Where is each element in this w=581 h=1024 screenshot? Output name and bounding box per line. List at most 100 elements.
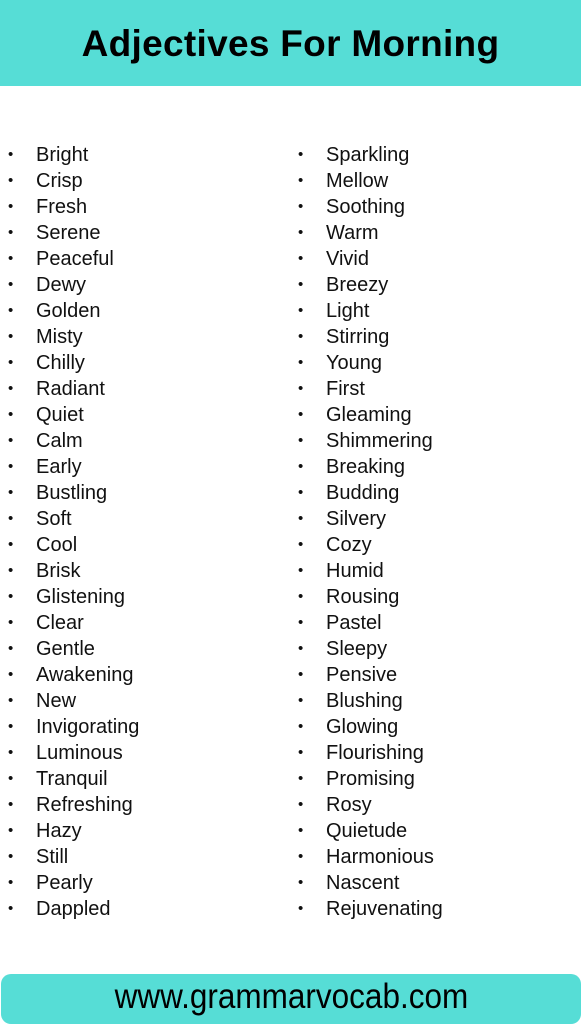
- list-item: • Mellow: [298, 168, 443, 194]
- list-item: • Serene: [8, 220, 139, 246]
- adjective-text: Soft: [36, 508, 72, 530]
- adjective-text: Light: [326, 300, 370, 322]
- list-item: • Crisp: [8, 168, 139, 194]
- adjective-text: Soothing: [326, 196, 405, 218]
- bullet-icon: •: [8, 198, 14, 215]
- adjective-text: Nascent: [326, 872, 400, 894]
- bullet-icon: •: [8, 432, 14, 449]
- bullet-icon: •: [298, 822, 304, 839]
- list-item: • Rejuvenating: [298, 896, 443, 922]
- bullet-icon: •: [8, 822, 14, 839]
- list-item: • New: [8, 688, 139, 714]
- list-item: • Peaceful: [8, 246, 139, 272]
- title-banner: Adjectives For Morning: [0, 0, 581, 86]
- bullet-icon: •: [8, 692, 14, 709]
- list-item: • Silvery: [298, 506, 443, 532]
- adjective-text: Sleepy: [326, 638, 388, 660]
- adjective-text: Radiant: [36, 378, 105, 400]
- adjective-text: Blushing: [326, 690, 403, 712]
- list-item: • Quiet: [8, 402, 139, 428]
- list-item: • Rousing: [298, 584, 443, 610]
- list-item: • Invigorating: [8, 714, 139, 740]
- adjective-list-left: • Bright • Crisp • Fresh • Serene • Peaceful • Dewy…: [8, 142, 139, 922]
- adjective-text: Bright: [36, 144, 89, 166]
- adjective-text: Fresh: [36, 196, 88, 218]
- bullet-icon: •: [298, 458, 304, 475]
- adjective-text: Stirring: [326, 326, 390, 348]
- page-title: Adjectives For Morning: [81, 23, 500, 64]
- footer-banner: www.grammarvocab.com: [1, 974, 581, 1024]
- list-item: • Shimmering: [298, 428, 443, 454]
- adjective-text: Glowing: [326, 716, 399, 738]
- adjective-text: Rosy: [326, 794, 372, 816]
- bullet-icon: •: [8, 848, 14, 865]
- bullet-icon: •: [298, 718, 304, 735]
- list-item: • Blushing: [298, 688, 443, 714]
- bullet-icon: •: [8, 354, 14, 371]
- list-item: • Soothing: [298, 194, 443, 220]
- list-item: • Breaking: [298, 454, 443, 480]
- adjective-text: Quietude: [326, 820, 408, 842]
- adjective-text: Clear: [36, 612, 84, 634]
- bullet-icon: •: [8, 380, 14, 397]
- bullet-icon: •: [8, 510, 14, 527]
- bullet-icon: •: [8, 302, 14, 319]
- list-item: • Bright: [8, 142, 139, 168]
- adjective-text: Promising: [326, 768, 415, 790]
- adjective-text: Breaking: [326, 456, 405, 478]
- adjective-text: Awakening: [36, 664, 134, 686]
- bullet-icon: •: [8, 666, 14, 683]
- bullet-icon: •: [8, 744, 14, 761]
- bullet-icon: •: [298, 874, 304, 891]
- list-item: • Nascent: [298, 870, 443, 896]
- bullet-icon: •: [8, 250, 14, 267]
- bullet-icon: •: [298, 328, 304, 345]
- list-item: • Flourishing: [298, 740, 443, 766]
- bullet-icon: •: [298, 640, 304, 657]
- bullet-icon: •: [298, 276, 304, 293]
- bullet-icon: •: [298, 900, 304, 917]
- adjective-text: First: [326, 378, 365, 400]
- list-item: • Stirring: [298, 324, 443, 350]
- list-item: • Pearly: [8, 870, 139, 896]
- bullet-icon: •: [298, 432, 304, 449]
- bullet-icon: •: [298, 146, 304, 163]
- bullet-icon: •: [298, 302, 304, 319]
- adjective-text: Calm: [36, 430, 83, 452]
- adjective-text: Pastel: [326, 612, 382, 634]
- bullet-icon: •: [298, 692, 304, 709]
- list-item: • Cozy: [298, 532, 443, 558]
- adjective-text: New: [36, 690, 77, 712]
- adjective-text: Shimmering: [326, 430, 433, 452]
- list-item: • Budding: [298, 480, 443, 506]
- adjective-text: Young: [326, 352, 382, 374]
- adjective-text: Silvery: [326, 508, 387, 530]
- adjective-text: Rousing: [326, 586, 400, 608]
- bullet-icon: •: [8, 900, 14, 917]
- adjective-text: Quiet: [36, 404, 84, 426]
- adjective-text: Cool: [36, 534, 78, 556]
- bullet-icon: •: [8, 640, 14, 657]
- adjective-text: Vivid: [326, 248, 369, 270]
- adjective-text: Sparkling: [326, 144, 410, 166]
- list-item: • Misty: [8, 324, 139, 350]
- list-item: • Sleepy: [298, 636, 443, 662]
- list-item: • Refreshing: [8, 792, 139, 818]
- adjective-text: Crisp: [36, 170, 83, 192]
- adjective-text: Invigorating: [36, 716, 140, 738]
- list-item: • Gentle: [8, 636, 139, 662]
- adjective-text: Mellow: [326, 170, 389, 192]
- adjective-text: Golden: [36, 300, 101, 322]
- list-item: • Luminous: [8, 740, 139, 766]
- adjective-text: Budding: [326, 482, 400, 504]
- list-item: • Hazy: [8, 818, 139, 844]
- list-item: • Clear: [8, 610, 139, 636]
- bullet-icon: •: [298, 770, 304, 787]
- adjective-text: Hazy: [36, 820, 82, 842]
- bullet-icon: •: [8, 458, 14, 475]
- bullet-icon: •: [298, 380, 304, 397]
- list-item: • Vivid: [298, 246, 443, 272]
- list-item: • Glowing: [298, 714, 443, 740]
- bullet-icon: •: [298, 744, 304, 761]
- website-url[interactable]: www.grammarvocab.com: [114, 977, 468, 1017]
